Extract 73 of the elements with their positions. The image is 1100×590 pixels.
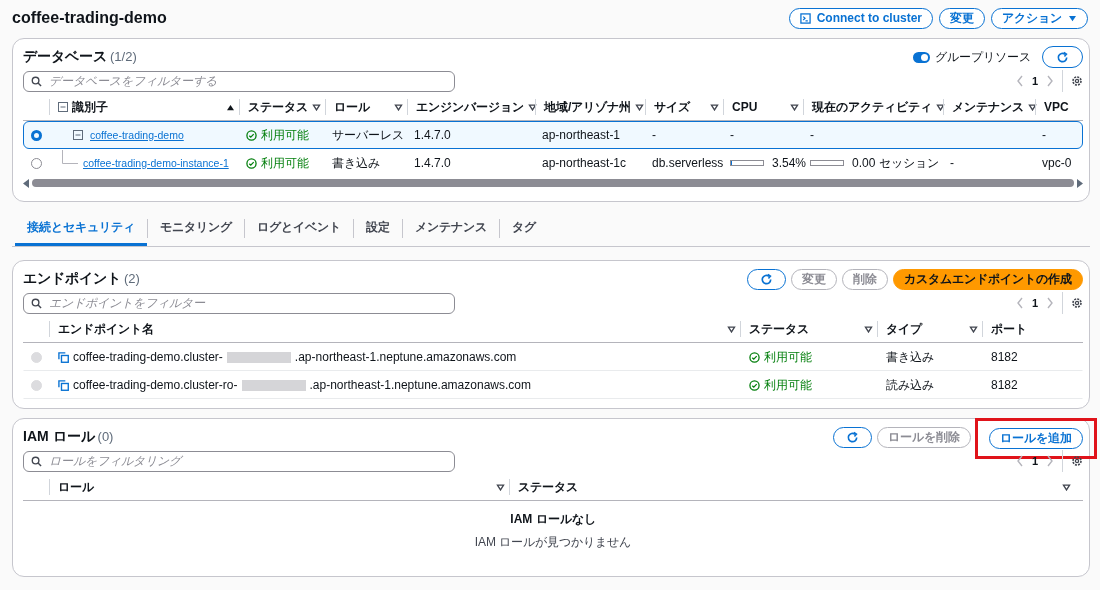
- column-header[interactable]: VPC: [1044, 100, 1069, 114]
- table-cell: 8182: [991, 350, 1018, 364]
- column-header[interactable]: ポート: [991, 320, 1027, 338]
- column-header[interactable]: ステータス: [518, 478, 578, 496]
- actions-dropdown[interactable]: アクション: [991, 7, 1088, 29]
- table-cell: -: [1042, 128, 1046, 142]
- table-cell: ap-northeast-1c: [542, 156, 627, 170]
- endpoint-name: .ap-northeast-1.neptune.amazonaws.com: [294, 350, 517, 364]
- page-title: coffee-trading-demo: [12, 9, 167, 27]
- tab[interactable]: ログとイベント: [245, 211, 353, 246]
- table-cell: -: [810, 128, 814, 142]
- table-cell: -: [652, 128, 656, 142]
- table-row[interactable]: coffee-trading-demo-instance-1 利用可能 書き込み 1.4.7.0 ap-northeast-1c db.serverless 3.54% 0.00 セッション - vpc-0: [23, 149, 1083, 177]
- item-count: (1/2): [110, 49, 137, 64]
- page-number[interactable]: 1: [1031, 75, 1038, 87]
- column-header[interactable]: サイズ: [654, 98, 690, 116]
- search-field[interactable]: ロールをフィルタリング: [23, 450, 455, 472]
- tab[interactable]: メンテナンス: [403, 211, 499, 246]
- tab[interactable]: タグ: [500, 211, 548, 246]
- table-cell: vpc-0: [1042, 156, 1072, 170]
- table-cell: -: [730, 128, 734, 142]
- identifier-link[interactable]: coffee-trading-demo-instance-1: [83, 157, 229, 169]
- panel-title: IAM ロール: [23, 428, 95, 446]
- item-count: (0): [97, 429, 114, 444]
- column-header[interactable]: ロール: [58, 478, 94, 496]
- table-cell: 8182: [991, 378, 1018, 392]
- tab[interactable]: モニタリング: [148, 211, 244, 246]
- empty-state-message: IAM ロールが見つかりません: [474, 534, 632, 551]
- column-header[interactable]: 地域/アリゾナ州: [544, 98, 632, 116]
- panel-title: エンドポイント: [23, 270, 121, 288]
- table-cell: 書き込み: [886, 348, 934, 366]
- endpoint-name: coffee-trading-demo.cluster-ro-: [73, 378, 238, 392]
- table-cell: -: [950, 156, 954, 170]
- column-header[interactable]: エンジンバージョン: [416, 98, 524, 116]
- table-cell: 1.4.7.0: [414, 156, 451, 170]
- column-header[interactable]: 識別子: [72, 98, 108, 116]
- table-cell: 読み込み: [886, 376, 934, 394]
- empty-state-title: IAM ロールなし: [510, 511, 596, 528]
- create-button[interactable]: カスタムエンドポイントの作成: [893, 268, 1083, 290]
- tab[interactable]: 接続とセキュリティ: [15, 211, 147, 246]
- column-header[interactable]: メンテナンス: [952, 98, 1024, 116]
- table-cell: 1.4.7.0: [414, 128, 451, 142]
- table-cell: db.serverless: [652, 156, 724, 170]
- table-row[interactable]: coffee-trading-demo 利用可能 サーバーレス 1.4.7.0 ap-northeast-1 - - - -: [23, 121, 1083, 149]
- meter-value: 0.00 セッション: [852, 154, 939, 172]
- action-button[interactable]: ロールを追加: [989, 427, 1083, 449]
- meter-value: 3.54%: [772, 156, 807, 170]
- column-header[interactable]: CPU: [732, 100, 758, 114]
- tab[interactable]: 設定: [354, 211, 402, 246]
- connect-button[interactable]: Connect to cluster: [788, 7, 933, 29]
- identifier-link[interactable]: coffee-trading-demo: [90, 129, 184, 141]
- item-count: (2): [124, 271, 140, 286]
- column-header[interactable]: ロール: [334, 98, 370, 116]
- modify-button[interactable]: 変更: [939, 7, 985, 29]
- status-text: 利用可能: [261, 126, 309, 144]
- search-field[interactable]: データベースをフィルターする: [23, 70, 455, 92]
- endpoint-name: .ap-northeast-1.neptune.amazonaws.com: [309, 378, 531, 392]
- status-text: 利用可能: [764, 376, 812, 394]
- toggle-label: グループリソース: [935, 48, 1031, 66]
- status-text: 利用可能: [764, 348, 812, 366]
- endpoint-name: coffee-trading-demo.cluster-: [73, 350, 223, 364]
- column-header[interactable]: ステータス: [248, 98, 308, 116]
- page-number[interactable]: 1: [1031, 297, 1038, 309]
- column-header[interactable]: ステータス: [749, 320, 809, 338]
- table-cell: 書き込み: [332, 154, 380, 172]
- column-header[interactable]: タイプ: [886, 320, 922, 338]
- status-text: 利用可能: [261, 154, 309, 172]
- table-cell: ap-northeast-1: [542, 128, 621, 142]
- table-cell: サーバーレス: [332, 126, 404, 144]
- column-header[interactable]: エンドポイント名: [58, 320, 154, 338]
- panel-title: データベース: [23, 48, 107, 66]
- column-header[interactable]: 現在のアクティビティ: [812, 98, 932, 116]
- search-field[interactable]: エンドポイントをフィルター: [23, 292, 455, 314]
